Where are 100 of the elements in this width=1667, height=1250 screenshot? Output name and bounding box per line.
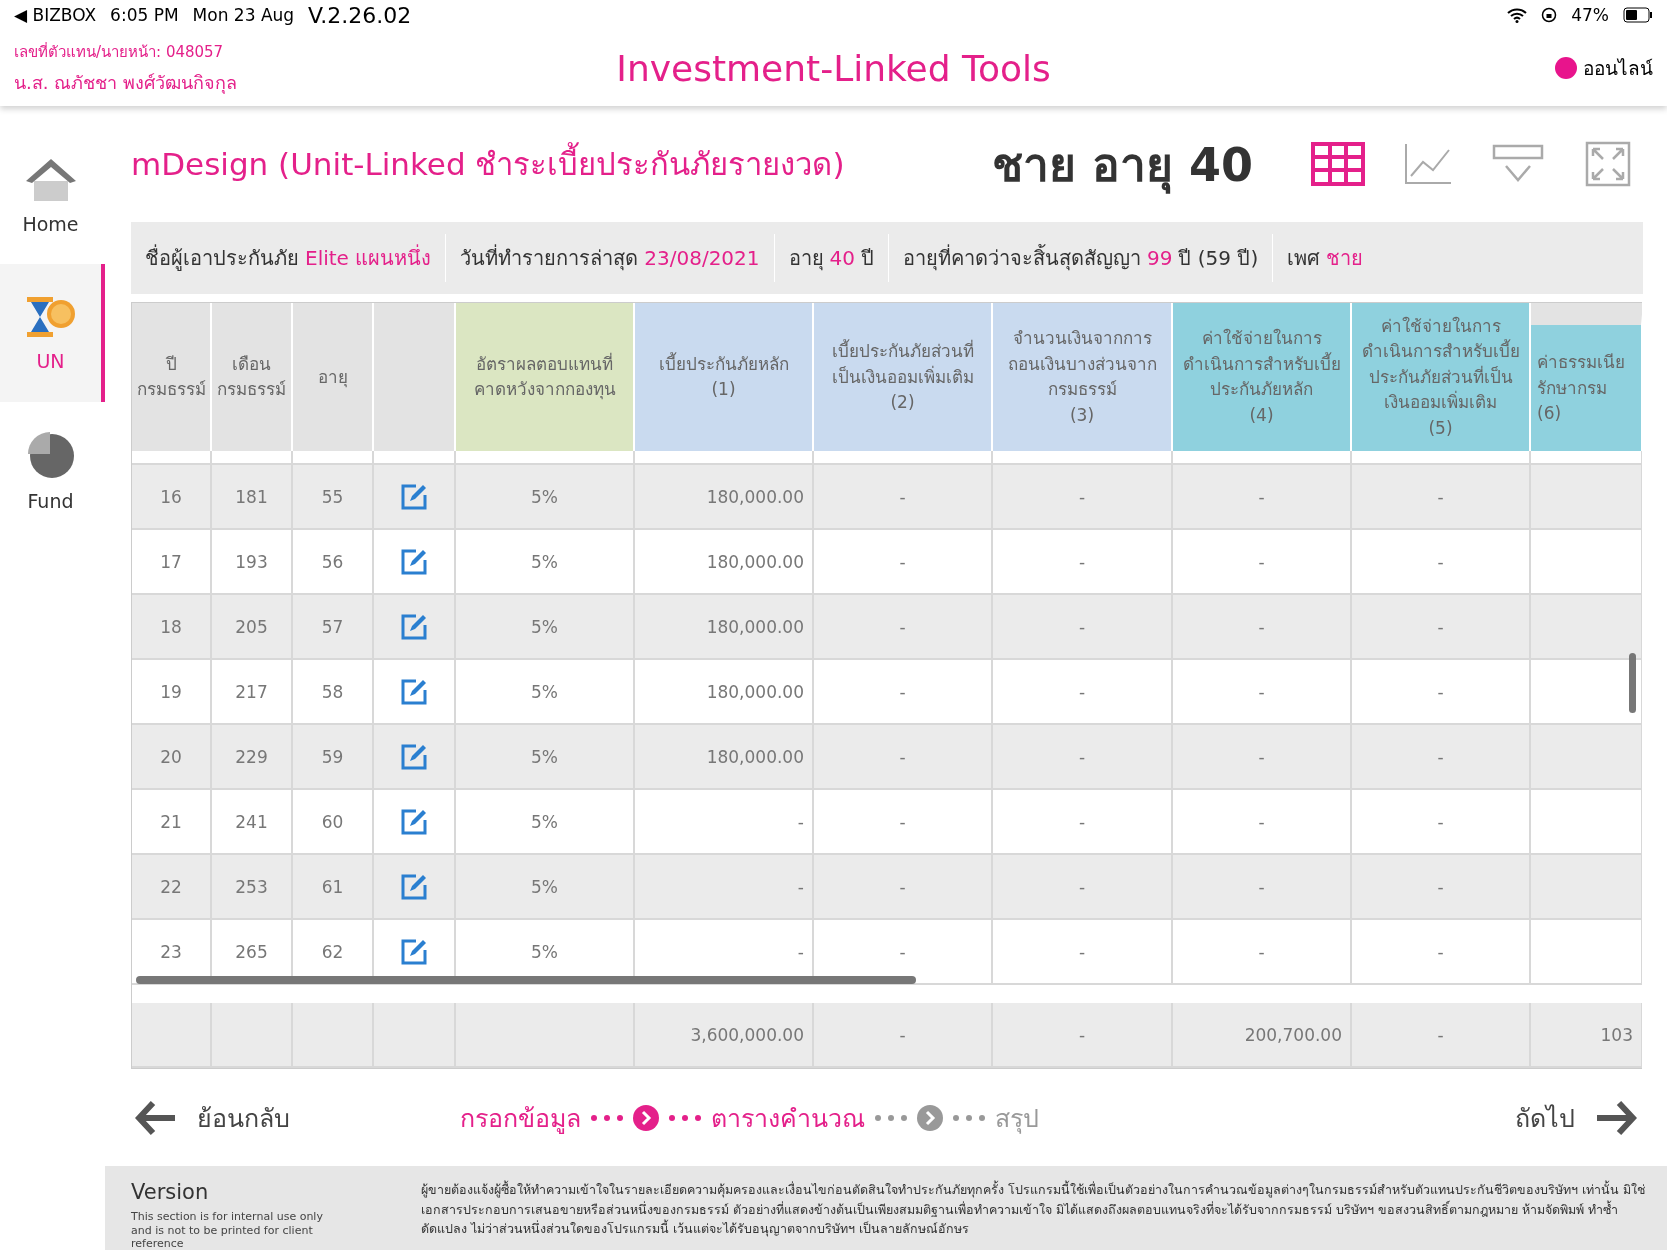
table-cell: 21: [132, 790, 212, 856]
table-cell: -: [814, 660, 993, 726]
rotation-lock-icon: [1541, 7, 1558, 23]
table-cell: -: [635, 790, 814, 856]
column-header: เบี้ยประกันภัยส่วนที่ เป็นเงินออมเพิ่มเติม (2): [814, 303, 993, 452]
column-header: เบี้ยประกันภัยหลัก (1): [635, 303, 814, 452]
table-cell: -: [814, 725, 993, 791]
edit-icon[interactable]: [400, 677, 428, 706]
edit-icon[interactable]: [400, 937, 428, 966]
info-label: วันที่ทำรายการล่าสุด: [460, 243, 639, 273]
table-cell: -: [1173, 790, 1352, 856]
table-cell: 229: [212, 725, 293, 791]
info-label: อายุ: [788, 245, 824, 273]
table-cell: -: [814, 790, 993, 856]
table-cell: 5%: [456, 530, 635, 596]
table-cell: -: [1173, 920, 1352, 986]
table-cell: 59: [293, 725, 374, 791]
info-label: เพศ: [1287, 245, 1321, 273]
total-cell: -: [1352, 1003, 1531, 1069]
info-value: Elite แผนหนึ่ง: [305, 243, 432, 273]
table-cell: 5%: [456, 465, 635, 531]
table-cell: -: [1173, 595, 1352, 661]
column-header: ค่าธรรมเนีย รักษากรม (6): [1531, 303, 1642, 452]
edit-icon[interactable]: [400, 547, 428, 576]
step-dot-icon: [966, 1114, 972, 1121]
table-cell: -: [814, 920, 993, 986]
column-header: อายุ: [293, 303, 374, 452]
table-cell: 181: [212, 465, 293, 531]
pie-chart-icon: [25, 430, 76, 480]
info-value: 99: [1147, 246, 1173, 271]
table-cell: -: [1173, 855, 1352, 921]
line-chart-icon: [1403, 142, 1453, 187]
edit-icon[interactable]: [400, 482, 428, 511]
table-cell: -: [1173, 725, 1352, 791]
step-dot-icon: [888, 1114, 894, 1121]
back-arrow-icon: [135, 1099, 177, 1136]
table-cell: -: [1173, 530, 1352, 596]
step-dot-icon: [695, 1114, 701, 1121]
edit-icon[interactable]: [400, 872, 428, 901]
step-dot-icon: [617, 1114, 623, 1121]
table-cell: 180,000.00: [635, 725, 814, 791]
insured-summary: ชาย อายุ 40: [991, 136, 1253, 196]
table-cell: 5%: [456, 855, 635, 921]
table-cell: 5%: [456, 660, 635, 726]
step-circle-icon: [917, 1104, 943, 1131]
agent-name: น.ส. ณภัชชา พงศ์วัฒนกิจกุล: [14, 70, 238, 96]
table-cell: 58: [293, 660, 374, 726]
table-cell: 22: [132, 855, 212, 921]
column-header: เดือน กรมธรรม์: [212, 303, 293, 452]
step-label[interactable]: ตารางคำนวณ: [711, 1097, 865, 1138]
info-value: ชาย: [1326, 245, 1364, 273]
column-header: ปี กรมธรรม์: [132, 303, 212, 452]
table-cell: 5%: [456, 725, 635, 791]
table-cell: 193: [212, 530, 293, 596]
next-arrow-icon: [1595, 1099, 1637, 1136]
info-value: 23/08/2021: [644, 246, 760, 271]
total-cell: -: [814, 1003, 993, 1069]
table-cell: -: [1352, 855, 1531, 921]
info-label: ชื่อผู้เอาประกันภัย: [145, 243, 299, 273]
table-cell: 17: [132, 530, 212, 596]
edit-icon[interactable]: [400, 742, 428, 771]
next-button[interactable]: ถัดไป: [1515, 1097, 1637, 1138]
status-app[interactable]: ◀ BIZBOX: [14, 5, 97, 25]
table-cell: -: [993, 855, 1173, 921]
step-dot-icon: [604, 1114, 610, 1121]
sidebar-item[interactable]: UN: [0, 264, 105, 402]
step-label[interactable]: กรอกข้อมูล: [460, 1097, 581, 1138]
edit-icon[interactable]: [400, 807, 428, 836]
table-cell: 19: [132, 660, 212, 726]
battery-percent: 47%: [1571, 5, 1609, 25]
column-header: ค่าใช้จ่ายในการ ดำเนินการสำหรับเบี้ย ประกันภัยหลัก (4): [1173, 303, 1352, 452]
table-cell: -: [814, 530, 993, 596]
table-cell: -: [814, 465, 993, 531]
table-cell: 60: [293, 790, 374, 856]
edit-icon[interactable]: [400, 612, 428, 641]
status-date: Mon 23 Aug: [192, 5, 295, 25]
table-cell: 180,000.00: [635, 595, 814, 661]
table-cell: 180,000.00: [635, 660, 814, 726]
version-note: This section is for internal use only and is not to be printed for client reference: [131, 1210, 324, 1250]
page-title: mDesign (Unit-Linked ชำระเบี้ยประกันภัยรายงวด): [131, 139, 972, 190]
table-cell: -: [1352, 530, 1531, 596]
battery-icon: [1623, 7, 1653, 23]
agent-id: เลขที่ตัวแทน/นายหน้า: 048057: [14, 41, 225, 63]
table-cell: 56: [293, 530, 374, 596]
horizontal-scrollbar[interactable]: [136, 976, 916, 985]
table-cell: -: [1173, 660, 1352, 726]
table-cell: 61: [293, 855, 374, 921]
table-cell: -: [1352, 920, 1531, 986]
table-cell: -: [1352, 465, 1531, 531]
table-cell: -: [993, 920, 1173, 986]
disclaimer-text: ผู้ขายต้องแจ้งผู้ซื้อให้ทำความเข้าใจในรายละเอียดความคุ้มครองและเงื่อนไขก่อนตัดสินใจทำประกันภัยทุกครั้ง โปรแกรมนี้ใช้เพื่อเป็นตัวอย่างในการคำนวณข้อมูลต่างๆในกรมธรรม์สำหรับตัวแทนประกันชีวิตของบริษัทฯ เท่านั้น มิใช่เอกสารประกอบการเสนอขายหรือส่วนหนึ่งของกรมธรรม์ ตัวอย่างที่แสดงข้างต้นเป็นเพียงสมมติฐานเพื่อทำความเข้าใจ มิได้แสดงถึงผลตอบแทนจริงที่จะได้รับจากกรมธรรม์ บริษัทฯ ขอสงวนสิทธิ์ตามกฎหมาย ห้ามจัดพิมพ์ ทำซ้ำ ดัดแปลง ไม่ว่าส่วนหนึ่งส่วนใดของโปรแกรมนี้ เว้นแต่จะได้รับอนุญาตจากบริษัทฯ เป็นลายลักษณ์อักษร: [421, 1180, 1646, 1239]
back-button[interactable]: ย้อนกลับ: [135, 1097, 290, 1138]
table-cell: -: [993, 465, 1173, 531]
table-cell: -: [1352, 660, 1531, 726]
step-dot-icon: [669, 1114, 675, 1121]
table-cell: 217: [212, 660, 293, 726]
vertical-scrollbar[interactable]: [1629, 653, 1636, 714]
fullscreen-icon: [1585, 141, 1631, 188]
app-title: Investment-Linked Tools: [616, 47, 1051, 89]
table-cell: -: [1173, 465, 1352, 531]
